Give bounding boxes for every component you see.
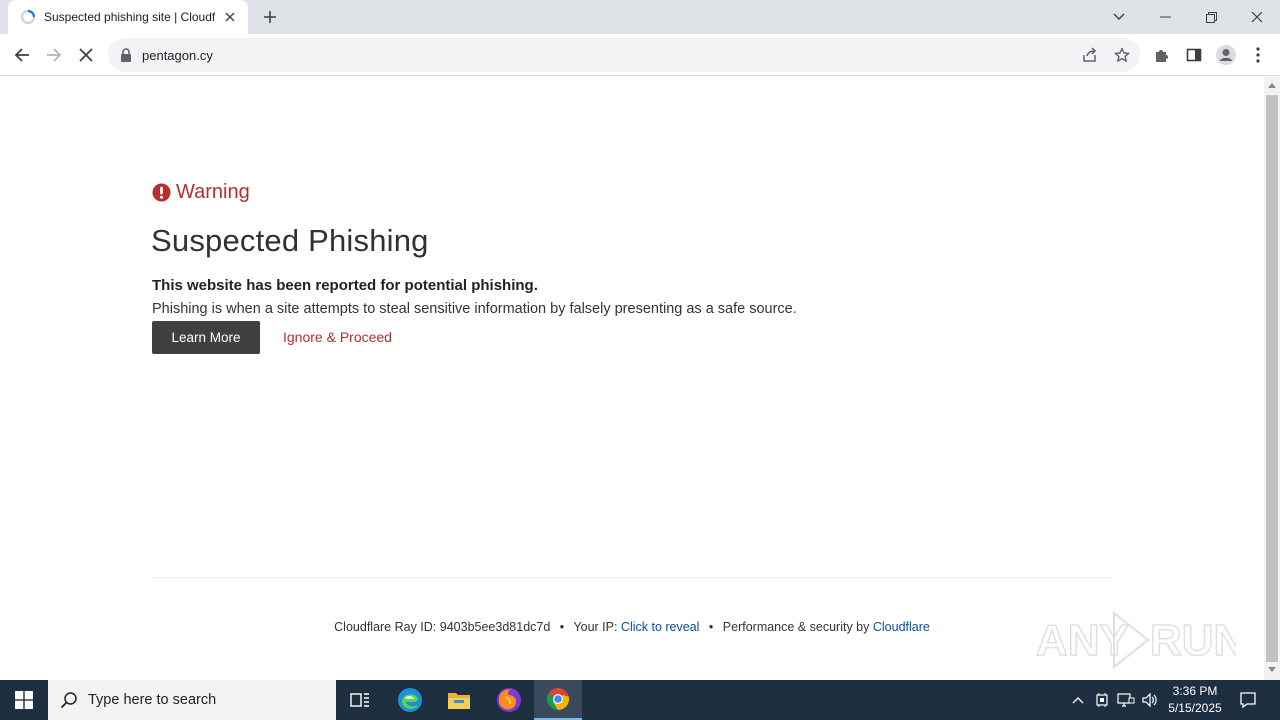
search-placeholder: Type here to search (88, 692, 217, 708)
taskbar-firefox[interactable] (485, 680, 533, 720)
tab-close-icon[interactable] (222, 9, 238, 25)
scroll-up-arrow-icon[interactable] (1268, 83, 1276, 88)
tab-active[interactable]: Suspected phishing site | Cloudflare (8, 0, 248, 34)
page-title: Suspected Phishing (151, 223, 429, 258)
ray-id-label: Cloudflare Ray ID: (334, 620, 437, 634)
ray-id-value: 9403b5ee3d81dc7d (439, 620, 551, 634)
edge-icon (398, 688, 422, 712)
forward-button[interactable] (40, 41, 68, 69)
svg-text:RUN: RUN (1150, 616, 1236, 665)
tab-strip: Suspected phishing site | Cloudflare (0, 0, 1280, 34)
side-panel-icon[interactable] (1180, 41, 1208, 69)
taskbar-chrome[interactable] (534, 680, 582, 720)
close-window-button[interactable] (1234, 0, 1280, 34)
ignore-proceed-link[interactable]: Ignore & Proceed (283, 329, 392, 345)
notifications-icon[interactable] (1238, 690, 1258, 710)
anyrun-watermark-logo: ANY RUN (1036, 610, 1236, 670)
taskbar-clock[interactable]: 3:36 PM 5/15/2025 (1160, 683, 1230, 717)
footer-divider (152, 577, 1112, 578)
tab-search-chevron-icon[interactable] (1096, 0, 1142, 34)
reveal-ip-link[interactable]: Click to reveal (621, 620, 700, 634)
page-viewport: Warning Suspected Phishing This website … (0, 77, 1264, 680)
menu-kebab-icon[interactable] (1244, 41, 1272, 69)
ip-label: Your IP: (573, 620, 618, 634)
network-icon[interactable] (1116, 690, 1136, 710)
new-tab-button[interactable] (258, 6, 282, 28)
stop-loading-button[interactable] (72, 41, 100, 69)
search-icon (60, 692, 77, 709)
restore-button[interactable] (1188, 0, 1234, 34)
warning-header: Warning (152, 181, 250, 204)
tray-expand-chevron-icon[interactable] (1068, 690, 1088, 710)
windows-logo-icon (15, 691, 33, 709)
extensions-puzzle-icon[interactable] (1148, 41, 1176, 69)
scroll-thumb[interactable] (1266, 95, 1278, 662)
vertical-scrollbar[interactable] (1264, 77, 1280, 680)
page-description: Phishing is when a site attempts to stea… (152, 301, 797, 317)
scroll-down-arrow-icon[interactable] (1268, 667, 1276, 672)
windows-taskbar: Type here to search 3:36 PM 5/15/2025 (0, 680, 1280, 720)
tray-device-icon[interactable] (1092, 690, 1112, 710)
address-bar[interactable]: pentagon.cy (108, 38, 1140, 72)
warning-label: Warning (176, 181, 250, 203)
folder-icon (448, 693, 470, 709)
taskbar-search-box[interactable]: Type here to search (48, 680, 336, 720)
task-view-button[interactable] (336, 680, 384, 720)
minimize-button[interactable] (1142, 0, 1188, 34)
page-subtitle: This website has been reported for poten… (152, 277, 538, 294)
back-button[interactable] (8, 41, 36, 69)
chrome-icon (546, 688, 570, 711)
address-url: pentagon.cy (142, 47, 213, 63)
performance-label: Performance & security by (722, 620, 870, 634)
volume-icon[interactable] (1140, 690, 1160, 710)
cloudflare-link[interactable]: Cloudflare (873, 620, 930, 634)
footer-separator: • (708, 620, 714, 634)
browser-toolbar: pentagon.cy (0, 34, 1280, 76)
loading-favicon-icon (20, 9, 36, 25)
task-view-icon (350, 693, 369, 707)
tab-title: Suspected phishing site | Cloudflare (44, 10, 216, 24)
lock-icon (121, 48, 131, 62)
taskbar-file-explorer[interactable] (435, 680, 483, 720)
start-button[interactable] (0, 680, 48, 720)
firefox-icon (497, 688, 521, 712)
warning-exclamation-icon (152, 183, 171, 202)
share-icon[interactable] (1080, 45, 1100, 65)
clock-date: 5/15/2025 (1168, 701, 1222, 715)
learn-more-button[interactable]: Learn More (152, 321, 260, 354)
taskbar-edge[interactable] (386, 680, 434, 720)
profile-avatar-icon[interactable] (1212, 41, 1240, 69)
bookmark-star-icon[interactable] (1112, 45, 1132, 65)
footer-separator: • (559, 620, 565, 634)
clock-time: 3:36 PM (1172, 684, 1218, 698)
